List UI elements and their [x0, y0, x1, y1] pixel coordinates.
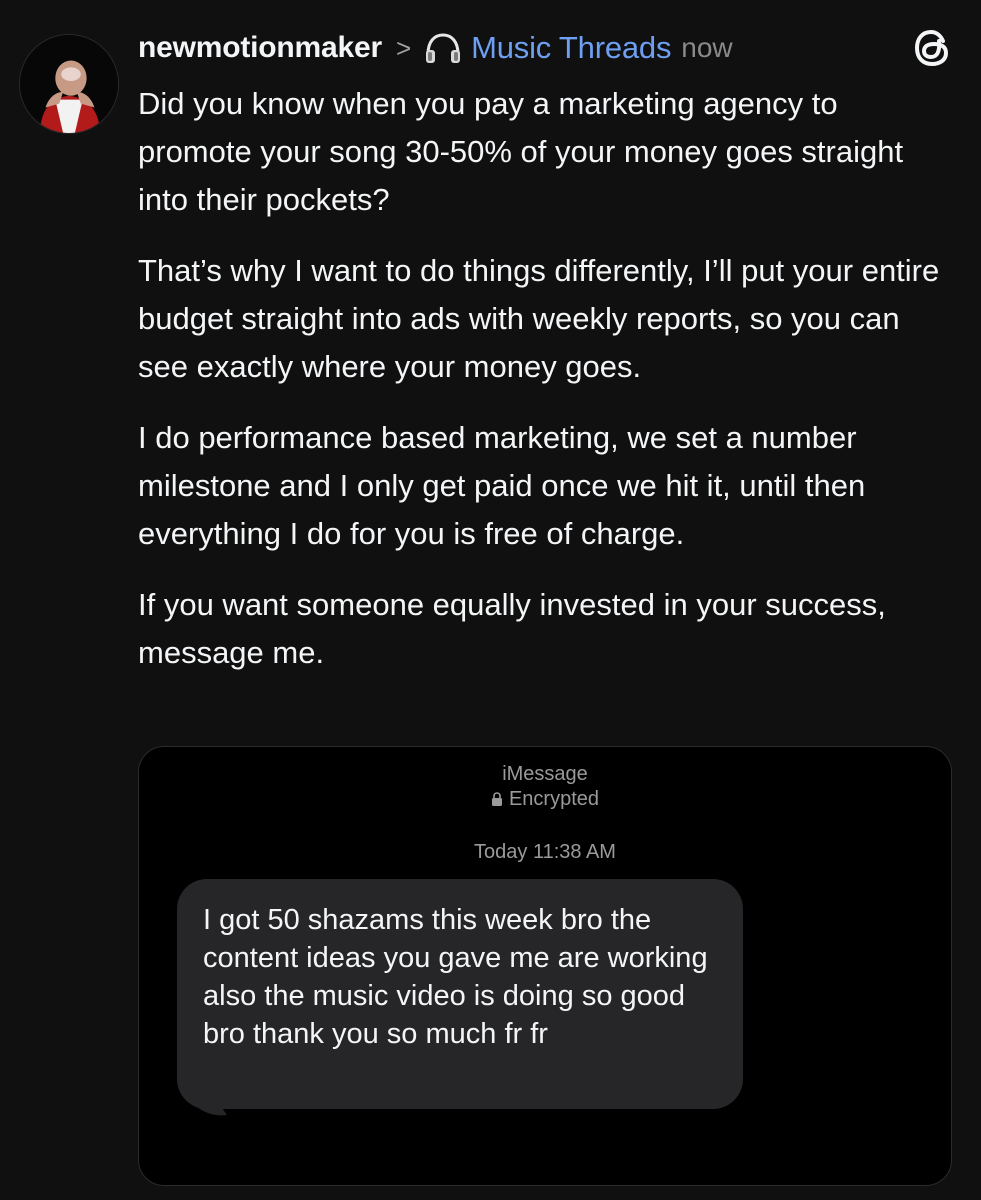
message-bubble: I got 50 shazams this week bro the conte…	[177, 879, 743, 1109]
post-header: newmotionmaker > Music Threads now	[138, 26, 733, 70]
avatar-photo	[20, 35, 118, 133]
attached-image[interactable]: iMessage Encrypted Today 11:38 AM I got …	[138, 746, 952, 1186]
headphones-icon	[423, 32, 463, 64]
avatar[interactable]	[19, 34, 119, 134]
bubble-tail	[195, 1081, 227, 1116]
imessage-service-label: iMessage	[502, 763, 588, 785]
post-time: now	[681, 32, 733, 63]
post-body: Did you know when you pay a marketing ag…	[138, 80, 958, 700]
community-link[interactable]: Music Threads	[471, 30, 671, 66]
encryption-label: Encrypted	[508, 788, 600, 810]
lock-icon	[491, 789, 503, 806]
message-text: I got 50 shazams this week bro the conte…	[203, 904, 708, 1050]
encryption-status: Encrypted	[139, 788, 951, 811]
post-paragraph: Did you know when you pay a marketing ag…	[138, 86, 904, 217]
thread-post: newmotionmaker > Music Threads now Did y…	[0, 0, 981, 1200]
post-paragraph: If you want someone equally invested in …	[138, 587, 886, 670]
username-link[interactable]: newmotionmaker	[138, 31, 382, 65]
post-paragraph: That’s why I want to do things different…	[138, 253, 940, 384]
post-paragraph: I do performance based marketing, we set…	[138, 420, 866, 551]
chevron-right-icon: >	[395, 32, 412, 63]
threads-logo-icon[interactable]	[912, 28, 952, 68]
message-timestamp: Today 11:38 AM	[474, 841, 616, 863]
